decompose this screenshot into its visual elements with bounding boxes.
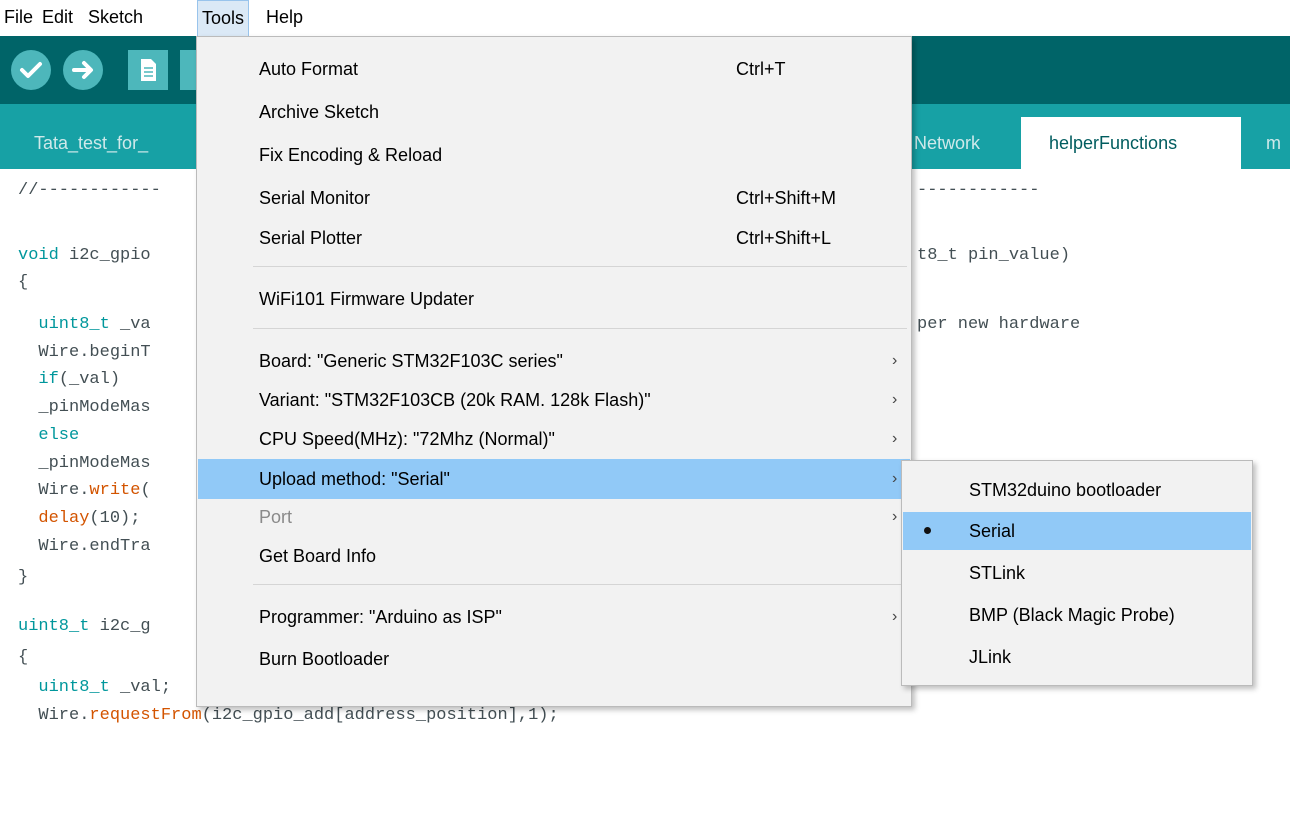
menu-file[interactable]: File — [0, 0, 37, 36]
menu-separator — [253, 328, 907, 329]
menu-item-serial-plotter[interactable]: Serial Plotter Ctrl+Shift+L — [198, 220, 910, 256]
menu-item-port[interactable]: Port › — [198, 499, 910, 535]
menu-item-serial-monitor[interactable]: Serial Monitor Ctrl+Shift+M — [198, 180, 910, 216]
submenu-item-stlink[interactable]: STLink — [903, 555, 1251, 591]
code-line: Wire.requestFrom(i2c_gpio_add[address_po… — [18, 706, 559, 725]
new-button[interactable] — [128, 50, 168, 90]
upload-method-submenu: STM32duino bootloader Serial STLink BMP … — [901, 460, 1253, 686]
menu-help[interactable]: Help — [262, 0, 307, 36]
menu-item-cpu-speed[interactable]: CPU Speed(MHz): "72Mhz (Normal)" › — [198, 421, 910, 457]
code-line: Wire.beginT — [18, 343, 151, 362]
code-line: Wire.write( — [18, 481, 151, 500]
code-line: _pinModeMas — [18, 398, 151, 417]
tab-sketch[interactable]: Tata_test_for_ — [34, 117, 148, 169]
code-line: } — [18, 568, 29, 587]
menu-item-archive-sketch[interactable]: Archive Sketch — [198, 94, 910, 130]
tools-menu: Auto Format Ctrl+T Archive Sketch Fix En… — [196, 36, 912, 707]
open-button[interactable] — [180, 50, 196, 90]
submenu-item-serial[interactable]: Serial — [903, 512, 1251, 550]
tab-next[interactable]: m — [1266, 117, 1281, 169]
code-line: uint8_t i2c_g — [18, 617, 151, 636]
tab-network[interactable]: Network — [914, 117, 980, 169]
menu-item-programmer[interactable]: Programmer: "Arduino as ISP" › — [198, 599, 910, 635]
arrow-right-icon — [72, 61, 93, 79]
submenu-item-stm32duino-bootloader[interactable]: STM32duino bootloader — [903, 472, 1251, 508]
code-line: void i2c_gpio — [18, 246, 151, 265]
code-line: { — [18, 273, 29, 292]
code-line: t8_t pin_value) — [917, 246, 1071, 265]
code-line: Wire.endTra — [18, 537, 151, 556]
selected-dot-icon — [924, 527, 931, 534]
chevron-right-icon: › — [892, 430, 898, 447]
chevron-right-icon: › — [892, 608, 898, 625]
submenu-item-jlink[interactable]: JLink — [903, 639, 1251, 675]
menu-item-board[interactable]: Board: "Generic STM32F103C series" › — [198, 343, 910, 379]
menu-item-variant[interactable]: Variant: "STM32F103CB (20k RAM. 128k Fla… — [198, 382, 910, 418]
menu-item-upload-method[interactable]: Upload method: "Serial" › — [198, 459, 910, 499]
menu-item-fix-encoding[interactable]: Fix Encoding & Reload — [198, 137, 910, 173]
chevron-right-icon: › — [892, 352, 898, 369]
code-line: else — [18, 426, 80, 445]
checkmark-icon — [20, 62, 42, 78]
menu-item-burn-bootloader[interactable]: Burn Bootloader — [198, 641, 910, 677]
chevron-right-icon: › — [892, 391, 898, 408]
code-line: { — [18, 648, 29, 667]
menu-separator — [253, 584, 907, 585]
menu-bar: File Edit Sketch Tools Help — [0, 0, 1290, 36]
upload-button[interactable] — [63, 50, 103, 90]
code-line: uint8_t _va — [18, 315, 151, 334]
menu-tools[interactable]: Tools — [197, 0, 250, 36]
code-line: _pinModeMas — [18, 454, 151, 473]
verify-button[interactable] — [11, 50, 51, 90]
chevron-right-icon: › — [892, 470, 898, 487]
tab-helperfunctions[interactable]: helperFunctions — [1021, 117, 1241, 169]
menu-separator — [253, 266, 907, 267]
code-line: per new hardware — [917, 315, 1081, 334]
menu-edit[interactable]: Edit — [38, 0, 77, 36]
code-line: delay(10); — [18, 509, 141, 528]
menu-item-get-board-info[interactable]: Get Board Info — [198, 538, 910, 574]
code-line: if(_val) — [18, 370, 121, 389]
code-line: uint8_t _val; — [18, 678, 172, 697]
file-icon — [141, 59, 156, 81]
code-line: ------------ — [917, 181, 1040, 200]
menu-item-auto-format[interactable]: Auto Format Ctrl+T — [198, 51, 910, 87]
submenu-item-bmp[interactable]: BMP (Black Magic Probe) — [903, 597, 1251, 633]
code-line: //------------ — [18, 181, 161, 200]
menu-sketch[interactable]: Sketch — [84, 0, 147, 36]
chevron-right-icon: › — [892, 508, 898, 525]
menu-item-wifi101-updater[interactable]: WiFi101 Firmware Updater — [198, 281, 910, 317]
